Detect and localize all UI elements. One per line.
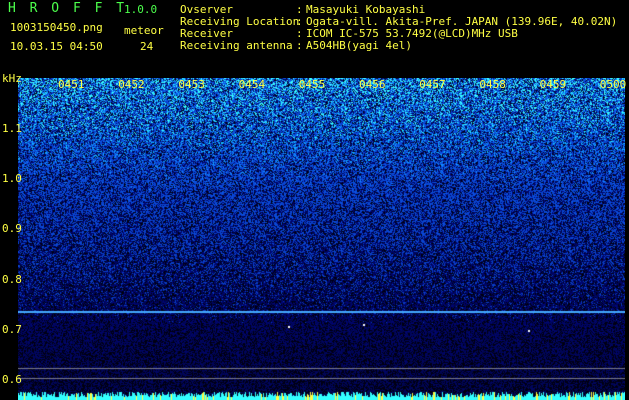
time-label: 0459: [539, 78, 567, 91]
time-label: 0458: [479, 78, 506, 91]
app-version: 1.0.0: [124, 3, 158, 16]
y-axis-unit: kHz: [2, 72, 22, 85]
y-tick-label: 0.9: [2, 222, 22, 236]
y-tick-label: 1.1: [2, 122, 22, 135]
time-label: 0452: [118, 78, 145, 91]
time-label: 0451: [58, 78, 85, 91]
timestamp-label: 10.03.15 04:50: [10, 40, 103, 53]
filename-label: 1003150450.png: [10, 21, 103, 34]
time-label: 0453: [178, 78, 205, 91]
y-tick-label: 0.6: [2, 373, 22, 386]
time-label: 0500: [599, 78, 627, 91]
meteor-label: meteor: [124, 24, 164, 37]
info-colon: :: [296, 39, 303, 52]
spectrogram-canvas: [18, 78, 625, 400]
y-tick-label: 1.0: [2, 172, 22, 186]
antenna-value: A504HB(yagi 4el): [306, 39, 412, 52]
time-label: 0455: [298, 78, 326, 91]
time-label: 0454: [238, 78, 266, 91]
time-label: 0456: [359, 78, 386, 91]
y-tick-label: 0.7: [2, 322, 22, 336]
antenna-label: Receiving antenna: [180, 39, 293, 52]
y-tick-label: 0.8: [2, 272, 22, 286]
meteor-count: 24: [140, 40, 154, 53]
app-title: H R O F F T: [8, 1, 128, 16]
time-label: 0457: [419, 78, 446, 91]
